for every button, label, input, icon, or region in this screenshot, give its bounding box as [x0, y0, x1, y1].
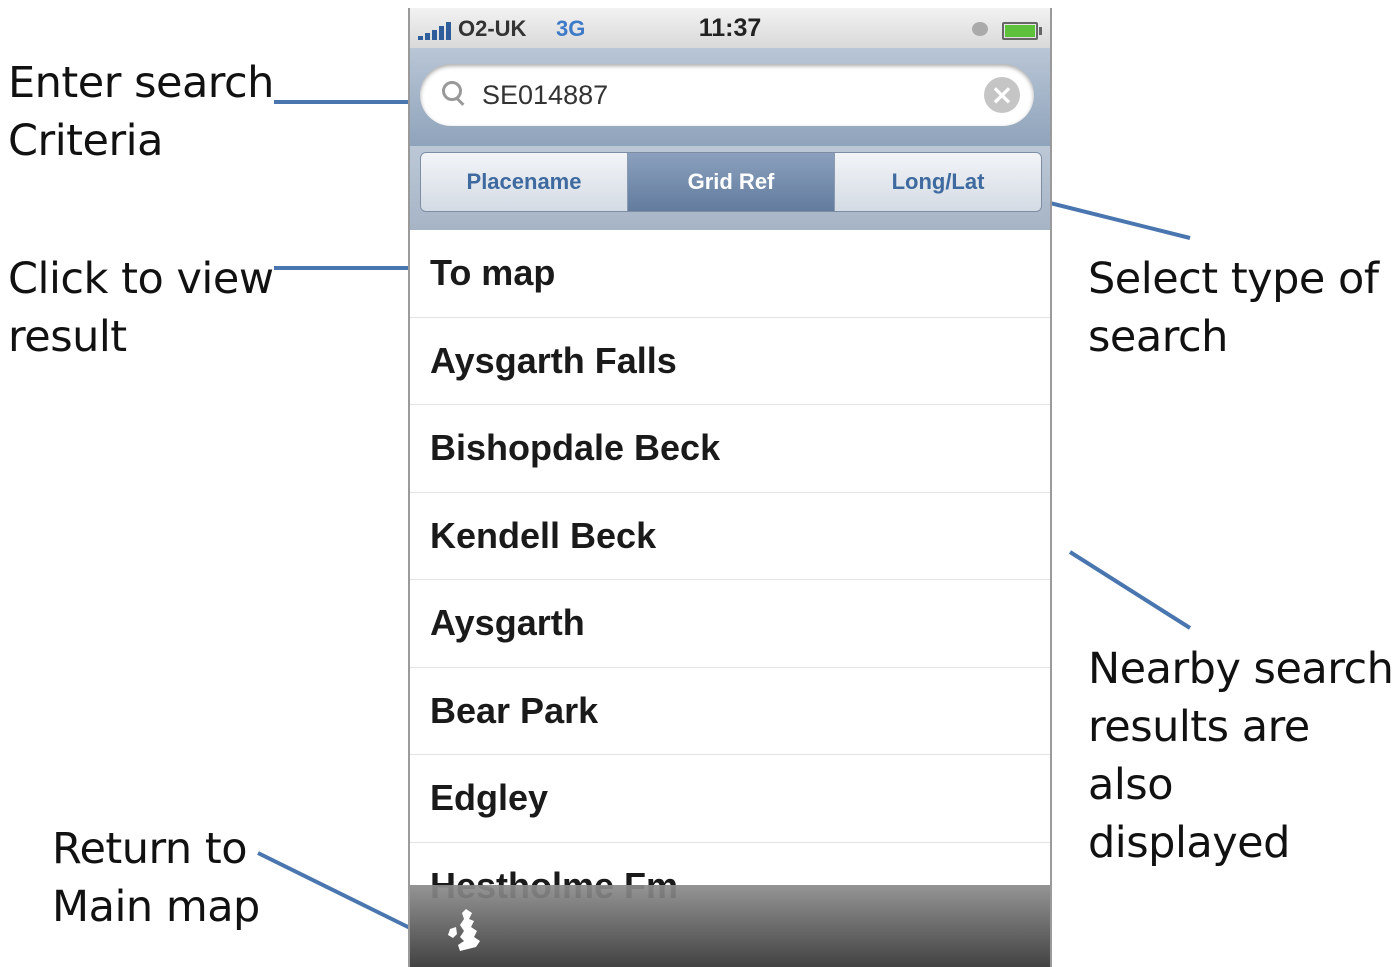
list-item[interactable]: Bear Park — [410, 668, 1050, 755]
annotation-click-result: Click to view result — [8, 254, 274, 362]
list-item[interactable]: Kendell Beck — [410, 493, 1050, 580]
list-item[interactable]: Bishopdale Beck — [410, 405, 1050, 493]
annotation-select-type: Select type of search — [1088, 254, 1379, 362]
search-bar: × — [410, 48, 1050, 147]
search-input[interactable] — [476, 79, 984, 111]
tab-grid-ref[interactable]: Grid Ref — [628, 153, 835, 211]
tab-placename[interactable]: Placename — [421, 153, 628, 211]
annotation-return-map: Return to Main map — [52, 824, 260, 932]
list-item[interactable]: Aysgarth — [410, 580, 1050, 668]
clear-icon[interactable]: × — [984, 77, 1020, 113]
results-list: To map Aysgarth Falls Bishopdale Beck Ke… — [410, 230, 1050, 930]
bottom-toolbar — [410, 885, 1050, 967]
return-map-line — [257, 851, 411, 930]
search-icon — [436, 75, 476, 115]
list-item-to-map[interactable]: To map — [410, 230, 1050, 318]
phone-screen: O2-UK 3G 11:37 × Placename Grid Ref Long… — [408, 8, 1052, 967]
status-bar: O2-UK 3G 11:37 — [410, 8, 1050, 48]
search-field[interactable]: × — [420, 64, 1034, 126]
nearby-results-line — [1068, 550, 1192, 630]
scope-bar: Placename Grid Ref Long/Lat — [410, 146, 1050, 230]
tab-long-lat[interactable]: Long/Lat — [835, 153, 1041, 211]
list-item[interactable]: Edgley — [410, 755, 1050, 843]
list-item[interactable]: Aysgarth Falls — [410, 318, 1050, 405]
orientation-lock-icon — [972, 22, 988, 36]
annotation-enter-search: Enter search Criteria — [8, 58, 274, 166]
annotation-nearby-results: Nearby search results are also displayed — [1088, 644, 1394, 868]
uk-map-icon[interactable] — [444, 907, 490, 953]
clock: 11:37 — [698, 14, 762, 42]
battery-icon — [1002, 22, 1042, 40]
search-type-selector: Placename Grid Ref Long/Lat — [420, 152, 1042, 212]
